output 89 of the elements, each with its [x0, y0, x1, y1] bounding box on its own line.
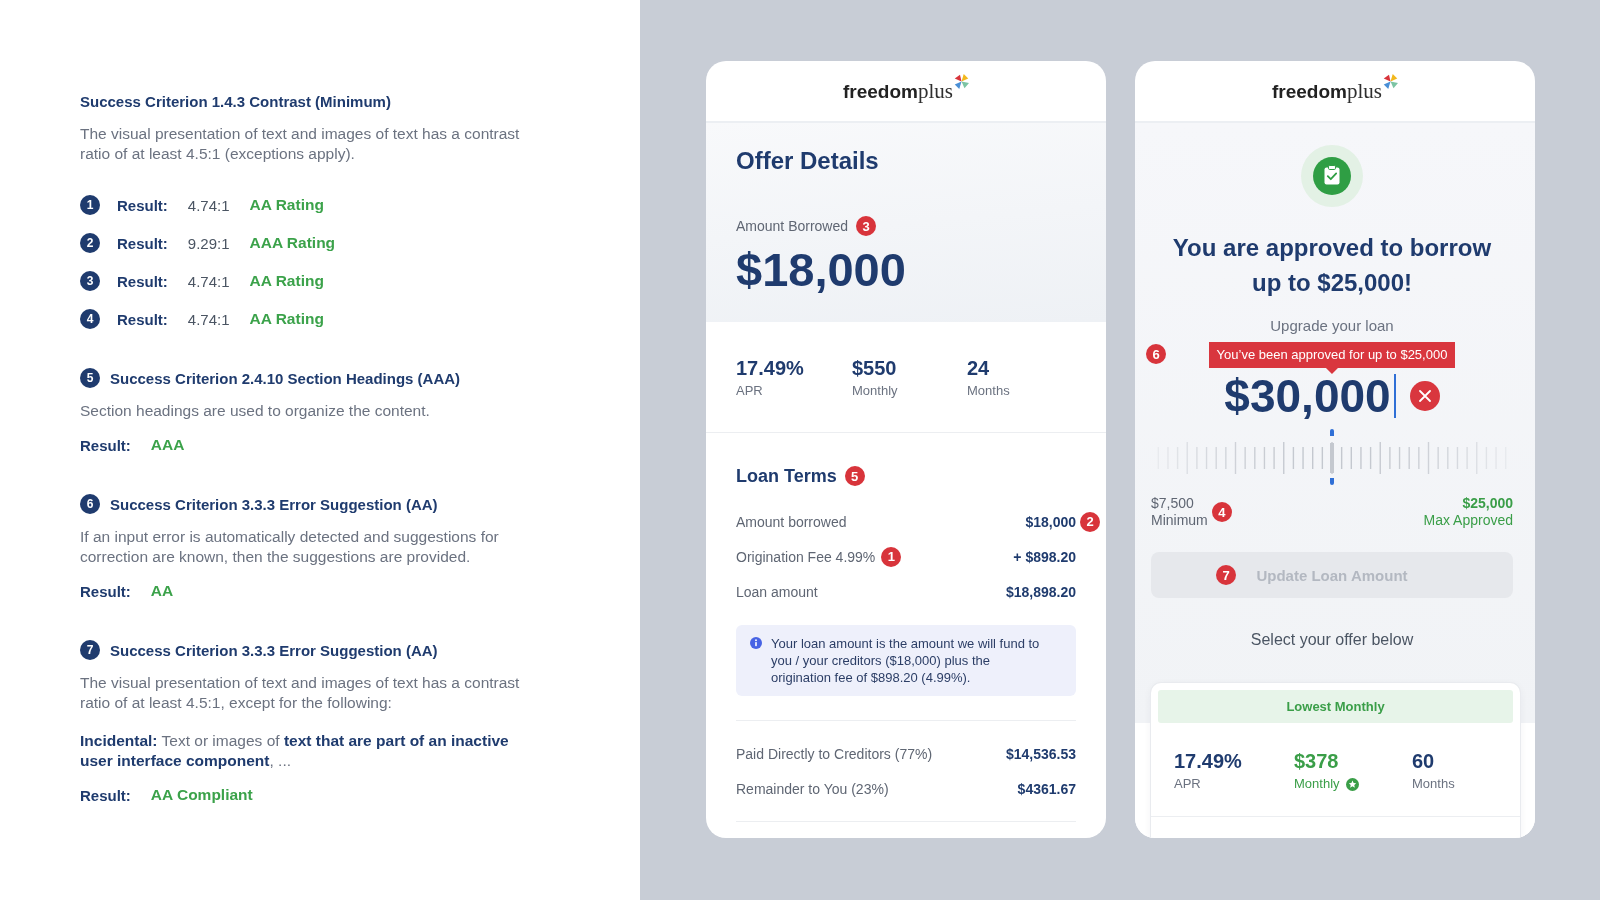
- annotation-badge: 5: [844, 466, 865, 486]
- close-icon: [1418, 390, 1431, 402]
- term-value: $18,898.20: [1005, 583, 1076, 600]
- rating-result: AA Rating: [249, 196, 324, 214]
- clipboard-check-icon: [1301, 145, 1363, 207]
- maximum-value: $25,000: [1462, 495, 1513, 512]
- term-value: $4361.67: [1017, 780, 1076, 797]
- annotation-badge: 7: [1216, 565, 1236, 585]
- result-label: Result:: [117, 234, 168, 252]
- result-label: Result:: [117, 310, 168, 328]
- offer-prompt: Select your offer below: [1249, 630, 1415, 650]
- pinwheel-icon: [954, 73, 969, 89]
- stat-label: Monthly: [852, 382, 899, 400]
- criterion-heading: Success Criterion 3.3.3 Error Suggestion (AA): [110, 641, 438, 659]
- term-label: Paid Directly to Creditors (77%): [736, 745, 933, 762]
- slider-thumb[interactable]: [1330, 429, 1334, 485]
- number-badge: 6: [80, 494, 100, 514]
- rating-result: AAA Rating: [249, 234, 336, 252]
- info-text: Your loan amount is the amount we will fund to you / your creditors ($18,000) plus the origination fee of $898.20 (4.99%).: [771, 635, 1041, 686]
- rating-result: AA Rating: [249, 272, 324, 290]
- stat-value: 17.49%: [1174, 749, 1243, 773]
- criterion-heading: Success Criterion 2.4.10 Section Headings (AAA): [110, 369, 461, 387]
- result-label: Result:: [80, 582, 131, 600]
- stat-value: 17.49%: [736, 356, 805, 380]
- info-icon: [750, 637, 762, 649]
- number-badge: 5: [80, 368, 100, 388]
- stat-label: Monthly: [1294, 775, 1340, 793]
- term-value: $18,000: [1025, 513, 1076, 530]
- criterion-description: If an input error is automatically detected and suggestions for correction are known, then the suggestions are provided.: [80, 527, 500, 567]
- logo-wordmark: freedomplus: [843, 78, 953, 104]
- result-label: Result:: [80, 436, 131, 454]
- annotation-badge: 1: [881, 546, 902, 567]
- term-value: $14,536.53: [1005, 745, 1076, 762]
- term-label: Loan amount: [736, 583, 818, 600]
- criterion-heading: Success Criterion 1.4.3 Contrast (Minimum): [80, 92, 391, 110]
- stat-value: $550: [852, 356, 898, 380]
- clear-button[interactable]: [1409, 381, 1440, 411]
- number-badge: 3: [80, 271, 100, 291]
- rating-result: AA: [150, 582, 174, 600]
- annotation-badge: 2: [1080, 511, 1100, 532]
- rating-result: AAA: [150, 436, 185, 454]
- amount-value: $18,000: [736, 245, 907, 295]
- result-label: Result:: [117, 272, 168, 290]
- number-badge: 7: [80, 640, 100, 660]
- maximum-label: Max Approved: [1423, 512, 1513, 529]
- screen-title: Offer Details: [736, 147, 880, 175]
- stat-value: 24: [967, 356, 991, 380]
- annotation-badge: 4: [1211, 502, 1232, 522]
- stat-label: Months: [1412, 775, 1455, 793]
- term-label: Origination Fee 4.99%: [736, 548, 876, 565]
- error-tooltip: You’ve been approved for up to $25,000: [1208, 342, 1456, 374]
- number-badge: 2: [80, 233, 100, 253]
- offer-card[interactable]: Lowest Monthly 17.49% APR $378 Monthly 60 Months: [1151, 683, 1520, 838]
- criterion-description: The visual presentation of text and images of text has a contrast ratio of at least 4.5:1 (exceptions apply).: [80, 124, 521, 164]
- stat-label: Months: [967, 382, 1011, 400]
- number-badge: 1: [80, 195, 100, 215]
- rating-result: AA Rating: [249, 310, 324, 328]
- criterion-description: Incidental: Text or images of text that are part of an inactive user interface component, ...: [80, 731, 510, 771]
- logo-wordmark: freedomplus: [1272, 78, 1382, 104]
- amount-input[interactable]: $30,000: [1224, 374, 1396, 418]
- minimum-value: $7,500: [1151, 495, 1195, 512]
- annotation-badge: 3: [856, 216, 877, 236]
- pinwheel-icon: [1383, 73, 1398, 89]
- criterion-heading: Success Criterion 3.3.3 Error Suggestion (AA): [110, 495, 438, 513]
- amount-label: Amount Borrowed: [736, 218, 849, 234]
- term-value: + $898.20: [1013, 548, 1076, 565]
- contrast-ratio: 4.74:1: [187, 196, 230, 214]
- contrast-ratio: 9.29:1: [187, 234, 230, 252]
- result-label: Result:: [80, 786, 131, 804]
- stat-label: APR: [1174, 775, 1201, 793]
- offer-tag: Lowest Monthly: [1158, 690, 1513, 723]
- criterion-description: The visual presentation of text and images of text has a contrast ratio of at least 4.5:1, except for the following:: [80, 673, 521, 713]
- upgrade-heading: Upgrade your loan: [1270, 317, 1394, 335]
- annotation-badge: 6: [1146, 344, 1166, 364]
- stat-label: APR: [736, 382, 764, 400]
- criterion-description: Section headings are used to organize the content.: [80, 401, 431, 421]
- term-label: Amount borrowed: [736, 513, 847, 530]
- approval-headline: You are approved to borrow up to $25,000!: [1171, 233, 1493, 298]
- number-badge: 4: [80, 309, 100, 329]
- star-icon: [1345, 777, 1359, 791]
- stat-value: $378: [1294, 749, 1340, 773]
- section-heading: Loan Terms: [736, 465, 837, 487]
- stat-value: 60: [1412, 749, 1436, 773]
- contrast-ratio: 4.74:1: [187, 310, 230, 328]
- rating-result: AA Compliant: [150, 786, 253, 804]
- term-label: Remainder to You (23%): [736, 780, 889, 797]
- contrast-ratio: 4.74:1: [187, 272, 230, 290]
- minimum-label: Minimum: [1151, 512, 1208, 529]
- result-label: Result:: [117, 196, 168, 214]
